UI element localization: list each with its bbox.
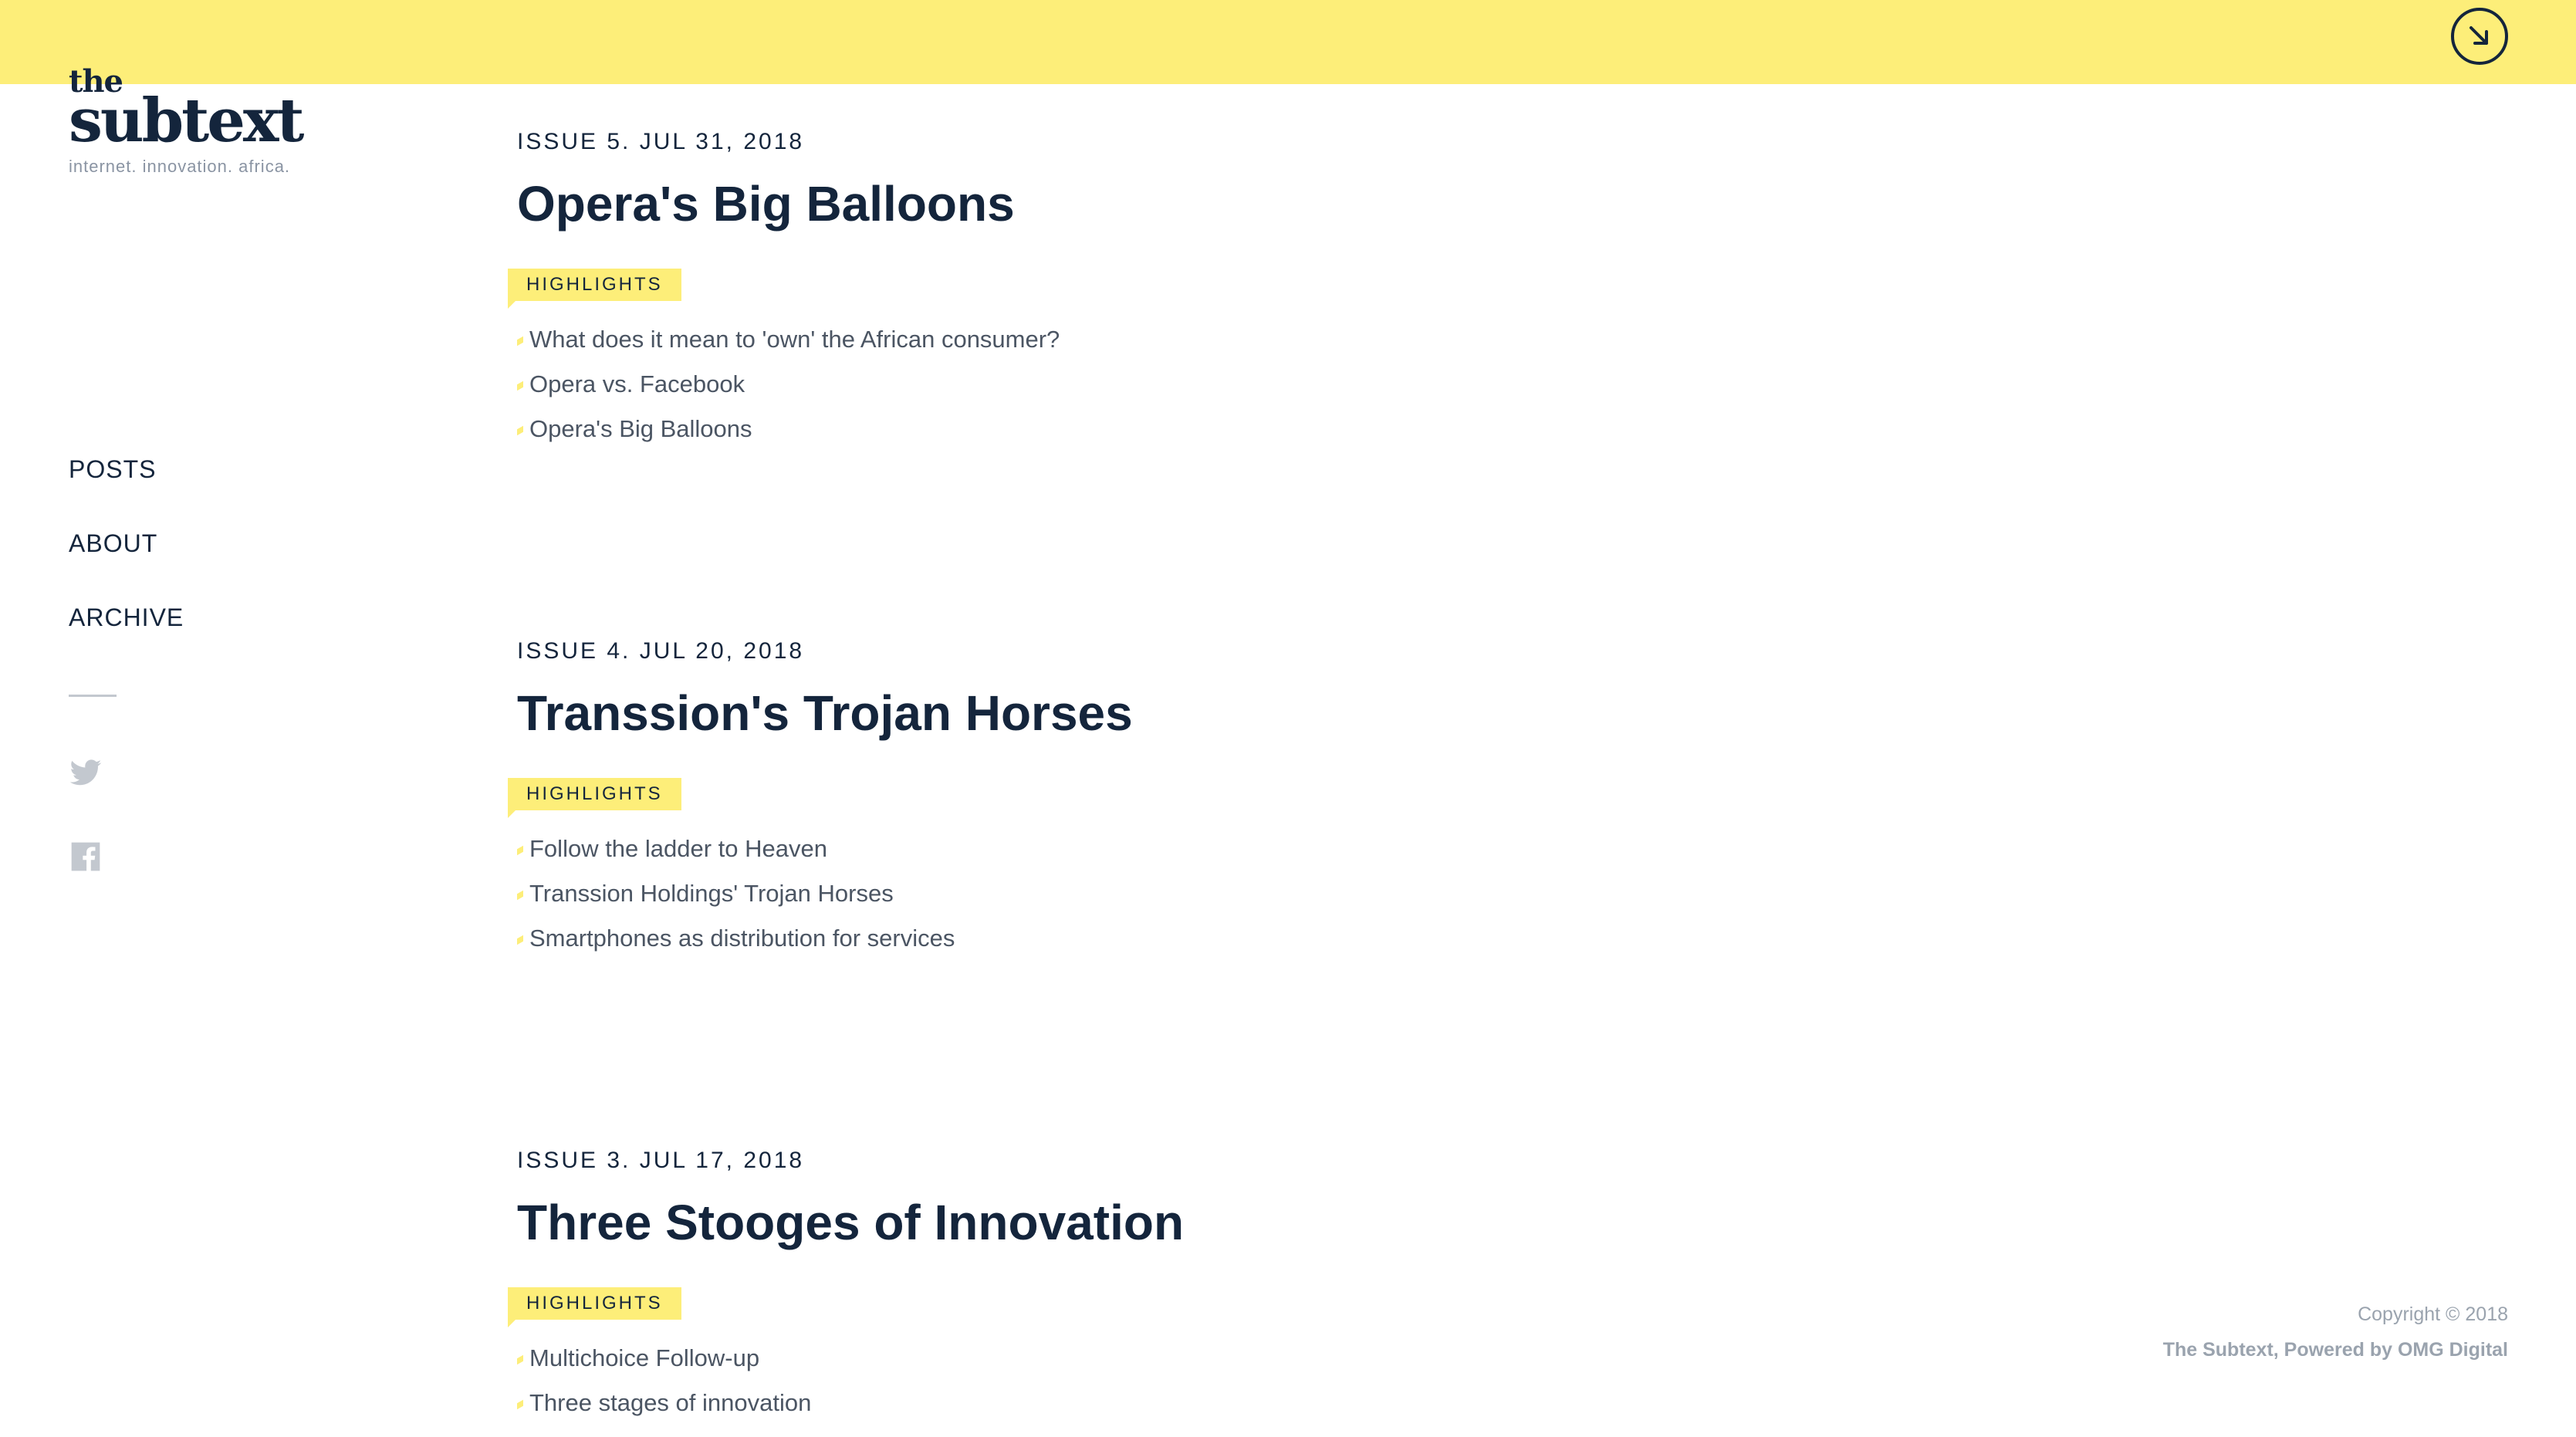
bullet-icon [517,425,523,436]
highlight-item: What does it mean to 'own' the African c… [517,324,1983,369]
highlight-text: Opera vs. Facebook [529,370,745,397]
highlight-text: Follow the ladder to Heaven [529,835,828,862]
bullet-icon [517,1399,523,1410]
nav-about-label: ABOUT [69,529,158,557]
highlight-item: Three stages of innovation [517,1388,1983,1432]
logo-subtext: subtext [69,86,304,156]
bullet-icon [517,890,523,901]
bullet-icon [517,1354,523,1365]
arrow-down-right-icon [2470,26,2488,45]
site-logo[interactable]: the subtext [69,66,304,156]
highlight-item: Opera vs. Facebook [517,369,1983,414]
issue-card: ISSUE 4. JUL 20, 2018 Transsion's Trojan… [508,636,1983,968]
issue-title[interactable]: Opera's Big Balloons [517,174,1983,233]
highlight-text: Three stages of innovation [529,1389,812,1416]
bullet-icon [517,336,523,347]
highlight-text: Transsion Holdings' Trojan Horses [529,880,894,907]
issue-meta: ISSUE 4. JUL 20, 2018 [517,638,805,664]
issue-card: ISSUE 5. JUL 31, 2018 Opera's Big Balloo… [508,127,1983,458]
nav-posts-label: POSTS [69,455,157,483]
tagline: internet. innovation. africa. [69,157,291,176]
highlight-text: Smartphones as distribution for services [529,925,955,952]
scroll-down-button[interactable] [2451,8,2508,65]
nav-posts[interactable]: POSTS [69,454,184,528]
highlight-item: Follow the ladder to Heaven [517,833,1983,878]
highlight-text: Opera's Big Balloons [529,415,752,442]
highlight-item: Opera's Big Balloons [517,414,1983,458]
issue-meta: ISSUE 3. JUL 17, 2018 [517,1148,805,1173]
copyright-text: Copyright © 2018 [2358,1303,2508,1325]
powered-by-link[interactable]: The Subtext, Powered by OMG Digital [2163,1332,2508,1368]
bullet-icon [517,380,523,391]
highlights-tag: HIGHLIGHTS [508,1287,681,1327]
bullet-icon [517,845,523,856]
bullet-icon [517,935,523,945]
highlight-text: Multichoice Follow-up [529,1344,760,1371]
sidebar: the subtext internet. innovation. africa… [69,0,393,1437]
issue-title[interactable]: Transsion's Trojan Horses [517,684,1983,742]
issue-meta: ISSUE 5. JUL 31, 2018 [517,129,805,154]
highlights-tag: HIGHLIGHTS [508,778,681,818]
nav-archive-label: ARCHIVE [69,604,184,631]
highlights-list: Multichoice Follow-up Three stages of in… [517,1343,1983,1432]
highlight-item: Multichoice Follow-up [517,1343,1983,1388]
nav-archive[interactable]: ARCHIVE [69,602,184,676]
highlights-list: Follow the ladder to Heaven Transsion Ho… [517,833,1983,968]
issue-card: ISSUE 3. JUL 17, 2018 Three Stooges of I… [508,1145,1983,1432]
main-nav: POSTS ABOUT ARCHIVE [69,454,184,676]
highlight-item: Transsion Holdings' Trojan Horses [517,878,1983,923]
highlight-text: What does it mean to 'own' the African c… [529,326,1060,353]
issue-title[interactable]: Three Stooges of Innovation [517,1193,1983,1252]
highlights-tag: HIGHLIGHTS [508,269,681,309]
highlights-list: What does it mean to 'own' the African c… [517,324,1983,458]
nav-divider [69,695,117,697]
nav-about[interactable]: ABOUT [69,528,184,602]
footer: Copyright © 2018 The Subtext, Powered by… [2163,1297,2508,1368]
twitter-icon[interactable] [69,756,103,790]
facebook-icon[interactable] [69,840,103,874]
highlight-item: Smartphones as distribution for services [517,923,1983,968]
